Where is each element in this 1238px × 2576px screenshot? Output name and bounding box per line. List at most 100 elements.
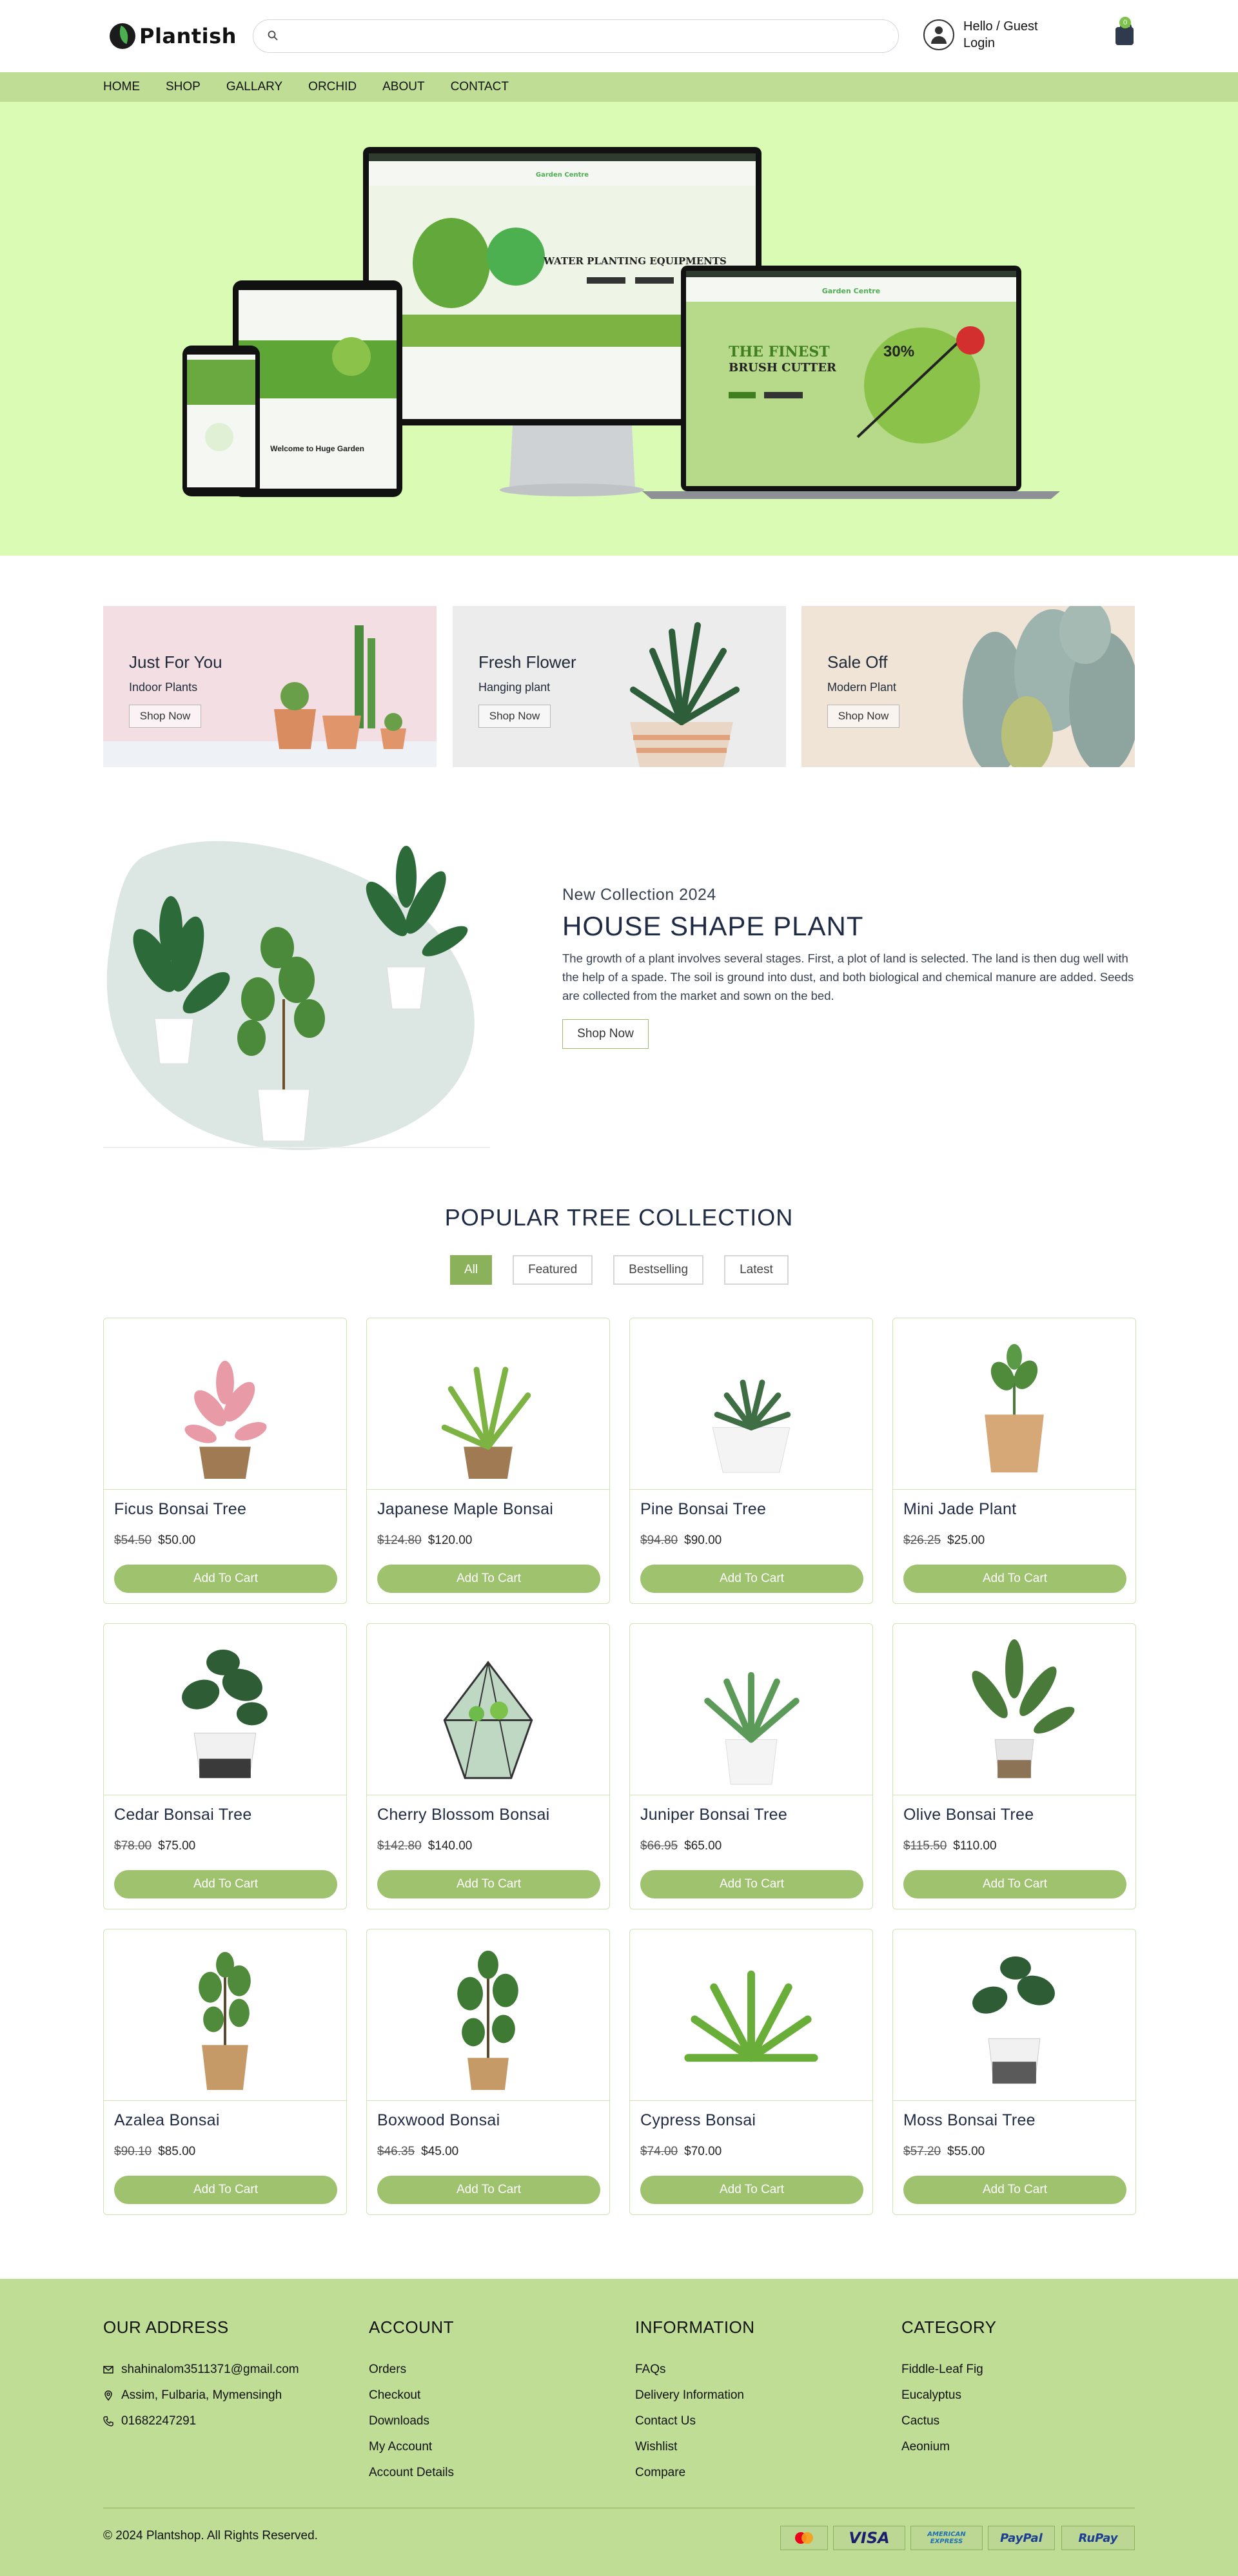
shop-now-button[interactable]: Shop Now [478,705,551,728]
promo-banner-sale-off: Sale Off Modern Plant Shop Now [801,606,1135,767]
cart-button[interactable]: 0 [1110,17,1141,49]
nav-gallary[interactable]: GALLARY [226,72,298,102]
product-image[interactable] [630,1624,872,1795]
product-card[interactable]: Cedar Bonsai Tree $78.00 $75.00 Add To Cart [103,1623,347,1909]
shop-now-button[interactable]: Shop Now [827,705,899,728]
nav-shop[interactable]: SHOP [166,72,216,102]
product-prices: $66.95 $65.00 [640,1839,722,1853]
product-name[interactable]: Ficus Bonsai Tree [114,1500,246,1519]
product-image[interactable] [367,1929,609,2101]
mail-icon [103,2366,113,2374]
product-image[interactable] [367,1624,609,1795]
shop-now-button[interactable]: Shop Now [129,705,201,728]
product-name[interactable]: Pine Bonsai Tree [640,1500,766,1519]
filter-all[interactable]: All [450,1255,493,1285]
search-icon[interactable] [268,30,278,41]
nav-home[interactable]: HOME [103,72,155,102]
product-image[interactable] [630,1929,872,2101]
footer-link[interactable]: Account Details [369,2460,454,2486]
product-card[interactable]: Pine Bonsai Tree $94.80 $90.00 Add To Cart [629,1318,873,1604]
footer-link[interactable]: My Account [369,2434,454,2460]
footer-link[interactable]: Eucalyptus [901,2383,997,2408]
footer-link[interactable]: Contact Us [635,2408,755,2434]
product-image[interactable] [893,1624,1135,1795]
nav-contact[interactable]: CONTACT [451,72,524,102]
add-to-cart-button[interactable]: Add To Cart [640,1870,863,1898]
product-image[interactable] [893,1318,1135,1490]
product-card[interactable]: Boxwood Bonsai $46.35 $45.00 Add To Cart [366,1929,610,2215]
nav-about[interactable]: ABOUT [382,72,440,102]
old-price: $94.80 [640,1534,678,1547]
product-name[interactable]: Juniper Bonsai Tree [640,1806,787,1824]
product-image[interactable] [104,1624,346,1795]
price: $90.00 [684,1534,722,1547]
old-price: $78.00 [114,1839,152,1853]
add-to-cart-button[interactable]: Add To Cart [640,1565,863,1593]
add-to-cart-button[interactable]: Add To Cart [114,1565,337,1593]
add-to-cart-button[interactable]: Add To Cart [114,2176,337,2204]
footer-link[interactable]: Wishlist [635,2434,755,2460]
footer-link[interactable]: Cactus [901,2408,997,2434]
footer-link[interactable]: Aeonium [901,2434,997,2460]
add-to-cart-button[interactable]: Add To Cart [903,1565,1126,1593]
footer-phone[interactable]: 01682247291 [103,2408,299,2434]
add-to-cart-button[interactable]: Add To Cart [903,2176,1126,2204]
product-card[interactable]: Juniper Bonsai Tree $66.95 $65.00 Add To Ca… [629,1623,873,1909]
product-name[interactable]: Azalea Bonsai [114,2111,220,2130]
footer-link[interactable]: Orders [369,2357,454,2383]
product-name[interactable]: Japanese Maple Bonsai [377,1500,553,1519]
product-card[interactable]: Japanese Maple Bonsai $124.80 $120.00 Add T… [366,1318,610,1604]
product-name[interactable]: Cedar Bonsai Tree [114,1806,252,1824]
add-to-cart-button[interactable]: Add To Cart [640,2176,863,2204]
product-card[interactable]: Cypress Bonsai $74.00 $70.00 Add To Cart [629,1929,873,2215]
logo[interactable]: Plantish [110,22,237,50]
tablet-heading: Welcome to Huge Garden [270,444,364,453]
footer-link[interactable]: FAQs [635,2357,755,2383]
footer-email[interactable]: shahinalom3511371@gmail.com [103,2357,299,2383]
product-name[interactable]: Mini Jade Plant [903,1500,1016,1519]
old-price: $124.80 [377,1534,422,1547]
product-card[interactable]: Cherry Blossom Bonsai $142.80 $140.00 Add T… [366,1623,610,1909]
footer-heading: CATEGORY [901,2317,997,2337]
footer-link[interactable]: Fiddle-Leaf Fig [901,2357,997,2383]
nav-orchid[interactable]: ORCHID [308,72,372,102]
login-link[interactable]: Login [963,35,1038,52]
product-image[interactable] [630,1318,872,1490]
footer-link[interactable]: Checkout [369,2383,454,2408]
footer-link[interactable]: Downloads [369,2408,454,2434]
search-input[interactable] [287,26,880,47]
product-image[interactable] [367,1318,609,1490]
product-image[interactable] [104,1318,346,1490]
product-card[interactable]: Ficus Bonsai Tree $54.50 $50.00 Add To Cart [103,1318,347,1604]
footer-link[interactable]: Compare [635,2460,755,2486]
product-card[interactable]: Moss Bonsai Tree $57.20 $55.00 Add To Cart [892,1929,1136,2215]
add-to-cart-button[interactable]: Add To Cart [377,2176,600,2204]
collection-shop-now-button[interactable]: Shop Now [562,1019,649,1049]
footer-link[interactable]: Delivery Information [635,2383,755,2408]
product-card[interactable]: Olive Bonsai Tree $115.50 $110.00 Add To Ca… [892,1623,1136,1909]
product-name[interactable]: Cherry Blossom Bonsai [377,1806,550,1824]
product-name[interactable]: Cypress Bonsai [640,2111,756,2130]
product-name[interactable]: Boxwood Bonsai [377,2111,500,2130]
account-link[interactable]: Hello / Guest Login [923,18,1038,52]
product-prices: $26.25 $25.00 [903,1534,985,1548]
add-to-cart-button[interactable]: Add To Cart [377,1870,600,1898]
filter-bestselling[interactable]: Bestselling [613,1255,704,1285]
product-image[interactable] [893,1929,1135,2101]
footer-information: INFORMATION FAQs Delivery Information Co… [635,2317,755,2486]
product-image[interactable] [104,1929,346,2101]
product-name[interactable]: Olive Bonsai Tree [903,1806,1034,1824]
product-card[interactable]: Mini Jade Plant $26.25 $25.00 Add To Cart [892,1318,1136,1604]
add-to-cart-button[interactable]: Add To Cart [903,1870,1126,1898]
filter-latest[interactable]: Latest [724,1255,789,1285]
price: $65.00 [684,1839,722,1853]
filter-featured[interactable]: Featured [513,1255,593,1285]
product-name[interactable]: Moss Bonsai Tree [903,2111,1036,2130]
phone-mockup [182,346,260,496]
add-to-cart-button[interactable]: Add To Cart [114,1870,337,1898]
site-header: Plantish Hello / Guest Login 0 [0,0,1238,72]
laptop-brand: Garden Centre [822,287,880,295]
product-card[interactable]: Azalea Bonsai $90.10 $85.00 Add To Cart [103,1929,347,2215]
product-prices: $46.35 $45.00 [377,2145,458,2159]
add-to-cart-button[interactable]: Add To Cart [377,1565,600,1593]
